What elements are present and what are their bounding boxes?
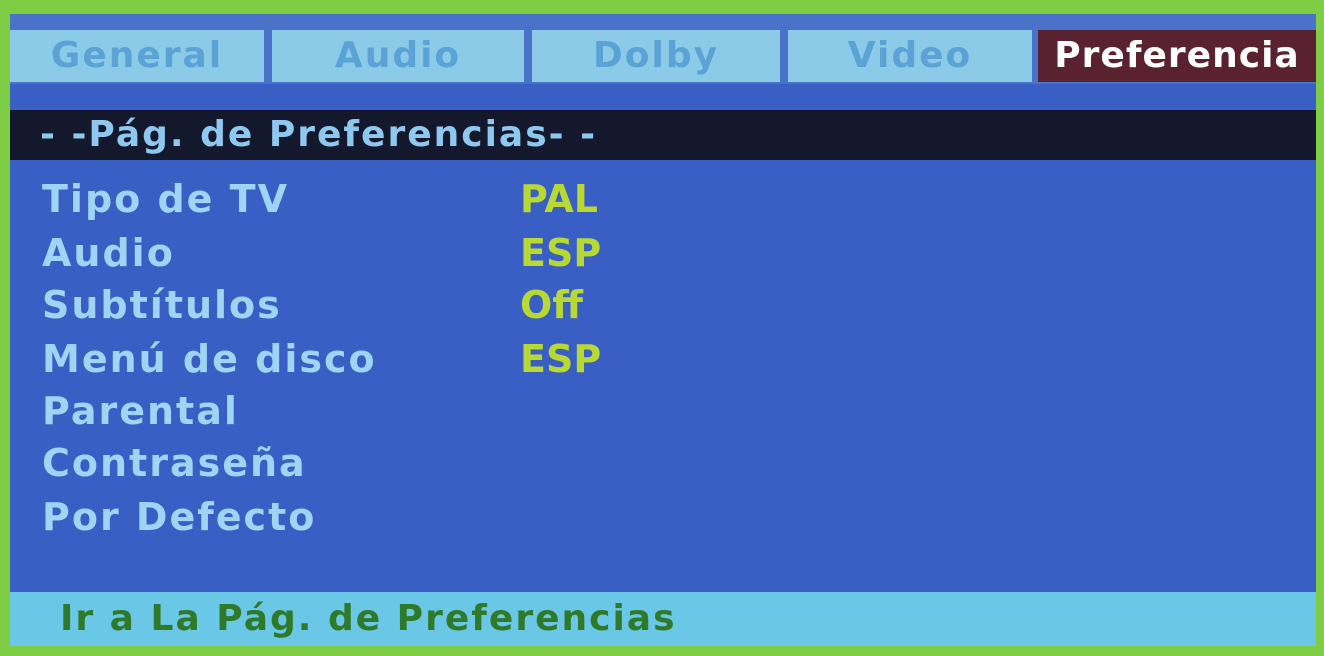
menu-item-label: Menú de disco <box>42 337 377 381</box>
menu-item-label: Tipo de TV <box>42 177 290 221</box>
setup-menu-panel: General Audio Dolby Video Preferencia - … <box>10 14 1316 646</box>
tv-osd-screen: General Audio Dolby Video Preferencia - … <box>0 0 1324 656</box>
menu-item-por-defecto[interactable]: Por Defecto <box>42 492 1282 542</box>
tab-video[interactable]: Video <box>788 30 1032 82</box>
menu-item-menu-de-disco[interactable]: Menú de disco ESP <box>42 334 1282 384</box>
menu-item-contrasena[interactable]: Contraseña <box>42 438 1282 488</box>
tab-dolby[interactable]: Dolby <box>532 30 780 82</box>
menu-item-audio[interactable]: Audio ESP <box>42 228 1282 278</box>
menu-item-label: Por Defecto <box>42 495 317 539</box>
menu-item-value: PAL <box>520 177 598 221</box>
status-bar: Ir a La Pág. de Preferencias <box>10 592 1316 646</box>
menu-item-label: Audio <box>42 231 175 275</box>
tab-bar: General Audio Dolby Video Preferencia <box>10 14 1316 84</box>
menu-item-value: ESP <box>520 231 602 275</box>
tab-audio[interactable]: Audio <box>272 30 524 82</box>
tab-preferencia[interactable]: Preferencia <box>1038 30 1316 82</box>
page-title: - -Pág. de Preferencias- - <box>10 110 1316 160</box>
menu-item-subtitulos[interactable]: Subtítulos Off <box>42 280 1282 330</box>
tab-general[interactable]: General <box>10 30 264 82</box>
menu-item-tipo-de-tv[interactable]: Tipo de TV PAL <box>42 174 1282 224</box>
menu-item-parental[interactable]: Parental <box>42 386 1282 436</box>
menu-item-label: Subtítulos <box>42 283 282 327</box>
menu-item-label: Contraseña <box>42 441 307 485</box>
menu-item-value: Off <box>520 283 584 327</box>
menu-item-value: ESP <box>520 337 602 381</box>
menu-item-label: Parental <box>42 389 239 433</box>
